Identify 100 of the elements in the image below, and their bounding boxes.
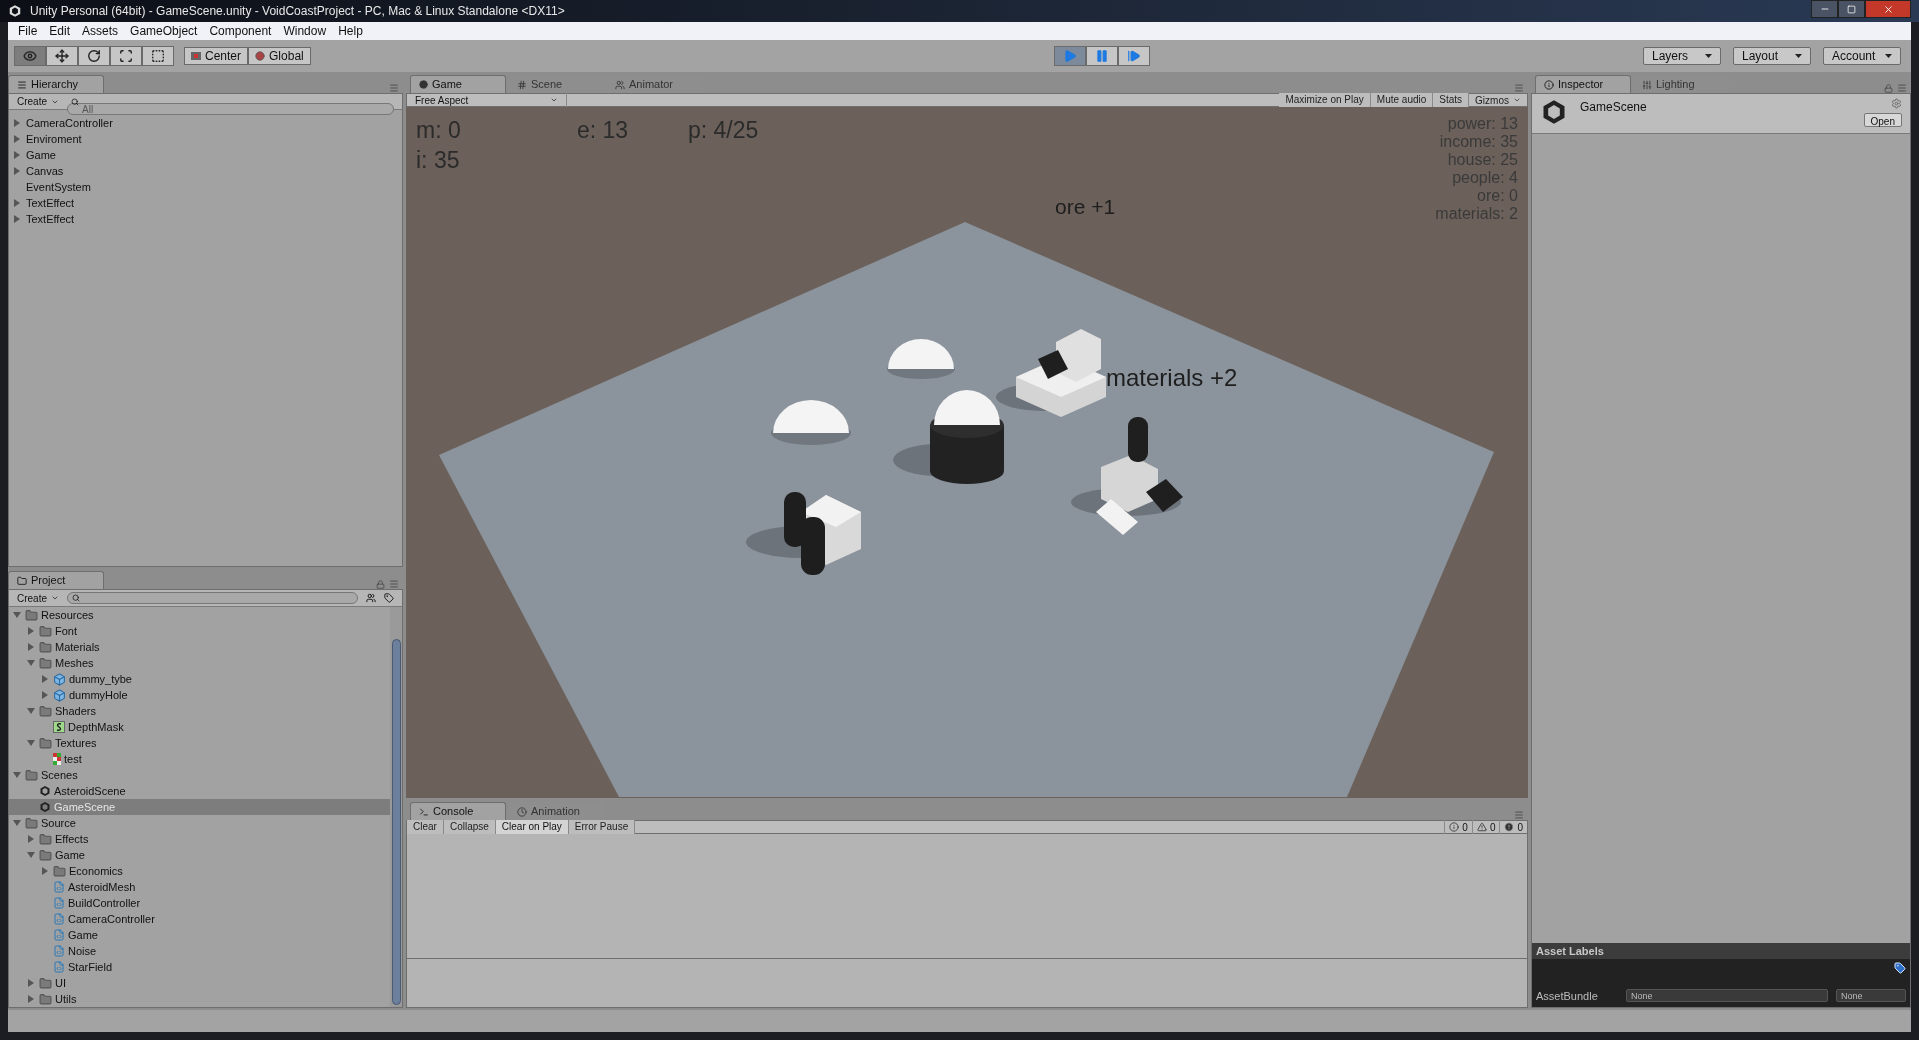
collapse-arrow-icon[interactable] xyxy=(27,659,35,667)
caret-icon xyxy=(1885,54,1892,58)
project-item[interactable]: Game xyxy=(9,847,390,863)
panel-menu-icon[interactable] xyxy=(389,83,399,93)
toolbar-dropdown[interactable]: Layers xyxy=(1643,47,1721,65)
project-item[interactable]: dummy_tybe xyxy=(9,671,390,687)
settings-icon[interactable] xyxy=(1891,98,1902,109)
game-toggle[interactable]: Maximize on Play xyxy=(1279,93,1371,107)
lock-icon[interactable] xyxy=(376,579,385,589)
project-item[interactable]: Textures xyxy=(9,735,390,751)
folder-icon xyxy=(39,640,52,654)
dome-drawing xyxy=(887,339,955,379)
project-item[interactable]: dummyHole xyxy=(9,687,390,703)
project-item[interactable]: DepthMask xyxy=(9,719,390,735)
collapse-arrow-icon[interactable] xyxy=(13,611,21,619)
script-file-icon xyxy=(53,897,65,909)
project-item[interactable]: Noise xyxy=(9,943,390,959)
project-item[interactable]: Utils xyxy=(9,991,390,1007)
tool-button[interactable] xyxy=(14,46,46,66)
pivot-toggle[interactable]: Center xyxy=(184,47,249,65)
project-item[interactable]: AsteroidScene xyxy=(9,783,390,799)
pivot-icon xyxy=(191,52,201,60)
expand-arrow-icon[interactable] xyxy=(27,835,35,843)
menu-item[interactable]: Assets xyxy=(76,22,125,40)
panel-tab[interactable]: Hierarchy xyxy=(8,75,104,93)
tool-button[interactable] xyxy=(46,46,78,66)
project-item[interactable]: Materials xyxy=(9,639,390,655)
project-item[interactable]: AsteroidMesh xyxy=(9,879,390,895)
tag-icon[interactable] xyxy=(384,593,394,603)
project-item[interactable]: Game xyxy=(9,927,390,943)
search-field[interactable] xyxy=(67,592,358,604)
collapse-arrow-icon[interactable] xyxy=(27,707,35,715)
tool-button[interactable] xyxy=(142,46,174,66)
project-item[interactable]: Scenes xyxy=(9,767,390,783)
game-toggle[interactable]: Stats xyxy=(1433,93,1470,107)
hierarchy-item[interactable]: Canvas xyxy=(9,163,402,179)
close-button[interactable] xyxy=(1865,0,1911,18)
project-item[interactable]: BuildController xyxy=(9,895,390,911)
minimize-button[interactable] xyxy=(1811,0,1838,18)
tool-button[interactable] xyxy=(110,46,142,66)
menu-item[interactable]: Edit xyxy=(43,22,77,40)
asset-variant-dropdown[interactable]: None xyxy=(1836,989,1906,1003)
step-button[interactable] xyxy=(1117,46,1150,66)
scrollbar[interactable] xyxy=(390,607,402,1007)
hierarchy-item[interactable]: CameraController xyxy=(9,115,402,131)
hierarchy-item[interactable]: Enviroment xyxy=(9,131,402,147)
playback-button[interactable] xyxy=(1085,46,1118,66)
project-item[interactable]: Font xyxy=(9,623,390,639)
panel-tab[interactable]: Inspector xyxy=(1535,75,1631,93)
panel-tab[interactable]: Project xyxy=(8,571,104,589)
menu-item[interactable]: Help xyxy=(332,22,369,40)
search-field[interactable]: All xyxy=(67,103,394,115)
hierarchy-item[interactable]: EventSystem xyxy=(9,179,402,195)
collapse-arrow-icon[interactable] xyxy=(27,739,35,747)
create-dropdown[interactable]: Create xyxy=(17,94,59,109)
console-toggle[interactable]: Clear xyxy=(407,820,444,834)
hierarchy-item[interactable]: Game xyxy=(9,147,402,163)
pivot-toggle[interactable]: Global xyxy=(248,47,311,65)
project-item[interactable]: CameraController xyxy=(9,911,390,927)
panel-menu-icon[interactable] xyxy=(389,579,399,589)
project-item[interactable]: test xyxy=(9,751,390,767)
toolbar-dropdown[interactable]: Layout xyxy=(1733,47,1811,65)
project-item[interactable]: Meshes xyxy=(9,655,390,671)
collapse-arrow-icon[interactable] xyxy=(27,851,35,859)
collapse-arrow-icon[interactable] xyxy=(13,819,21,827)
menu-item[interactable]: Component xyxy=(203,22,278,40)
panel-tab[interactable]: Console xyxy=(410,802,506,820)
rect-tool-icon xyxy=(151,49,165,63)
toolbar-dropdown[interactable]: Account xyxy=(1823,47,1901,65)
playback-button[interactable] xyxy=(1053,46,1086,66)
tool-button[interactable] xyxy=(78,46,110,66)
console-toggle[interactable]: Error Pause xyxy=(568,820,636,834)
panel-tab[interactable]: Game xyxy=(410,75,506,93)
project-item[interactable]: StarField xyxy=(9,959,390,975)
maximize-button[interactable] xyxy=(1838,0,1865,18)
hierarchy-item[interactable]: TextEffect xyxy=(9,211,402,227)
game-toggle[interactable]: Mute audio xyxy=(1370,93,1434,107)
project-item[interactable]: UI xyxy=(9,975,390,991)
hierarchy-item[interactable]: TextEffect xyxy=(9,195,402,211)
panel-menu-icon[interactable] xyxy=(1514,810,1524,820)
create-dropdown[interactable]: Create xyxy=(17,590,59,606)
expand-arrow-icon[interactable] xyxy=(41,867,49,875)
project-item[interactable]: Economics xyxy=(9,863,390,879)
project-item[interactable]: Shaders xyxy=(9,703,390,719)
menu-item[interactable]: GameObject xyxy=(124,22,204,40)
project-item[interactable]: Effects xyxy=(9,831,390,847)
console-toggle[interactable]: Collapse xyxy=(443,820,496,834)
console-toggle[interactable]: Clear on Play xyxy=(495,820,569,834)
lock-icon[interactable] xyxy=(1884,83,1893,93)
panel-menu-icon[interactable] xyxy=(1514,83,1524,93)
menu-item[interactable]: File xyxy=(12,22,44,40)
gizmos-dropdown[interactable]: Gizmos xyxy=(1469,93,1527,107)
project-item[interactable]: Resources xyxy=(9,607,390,623)
project-item[interactable]: Source xyxy=(9,815,390,831)
collapse-arrow-icon[interactable] xyxy=(13,771,21,779)
open-button[interactable]: Open xyxy=(1863,113,1902,127)
asset-bundle-dropdown[interactable]: None xyxy=(1626,989,1828,1003)
script-file-icon xyxy=(53,961,65,973)
panel-menu-icon[interactable] xyxy=(1897,83,1907,93)
menu-item[interactable]: Window xyxy=(277,22,333,40)
